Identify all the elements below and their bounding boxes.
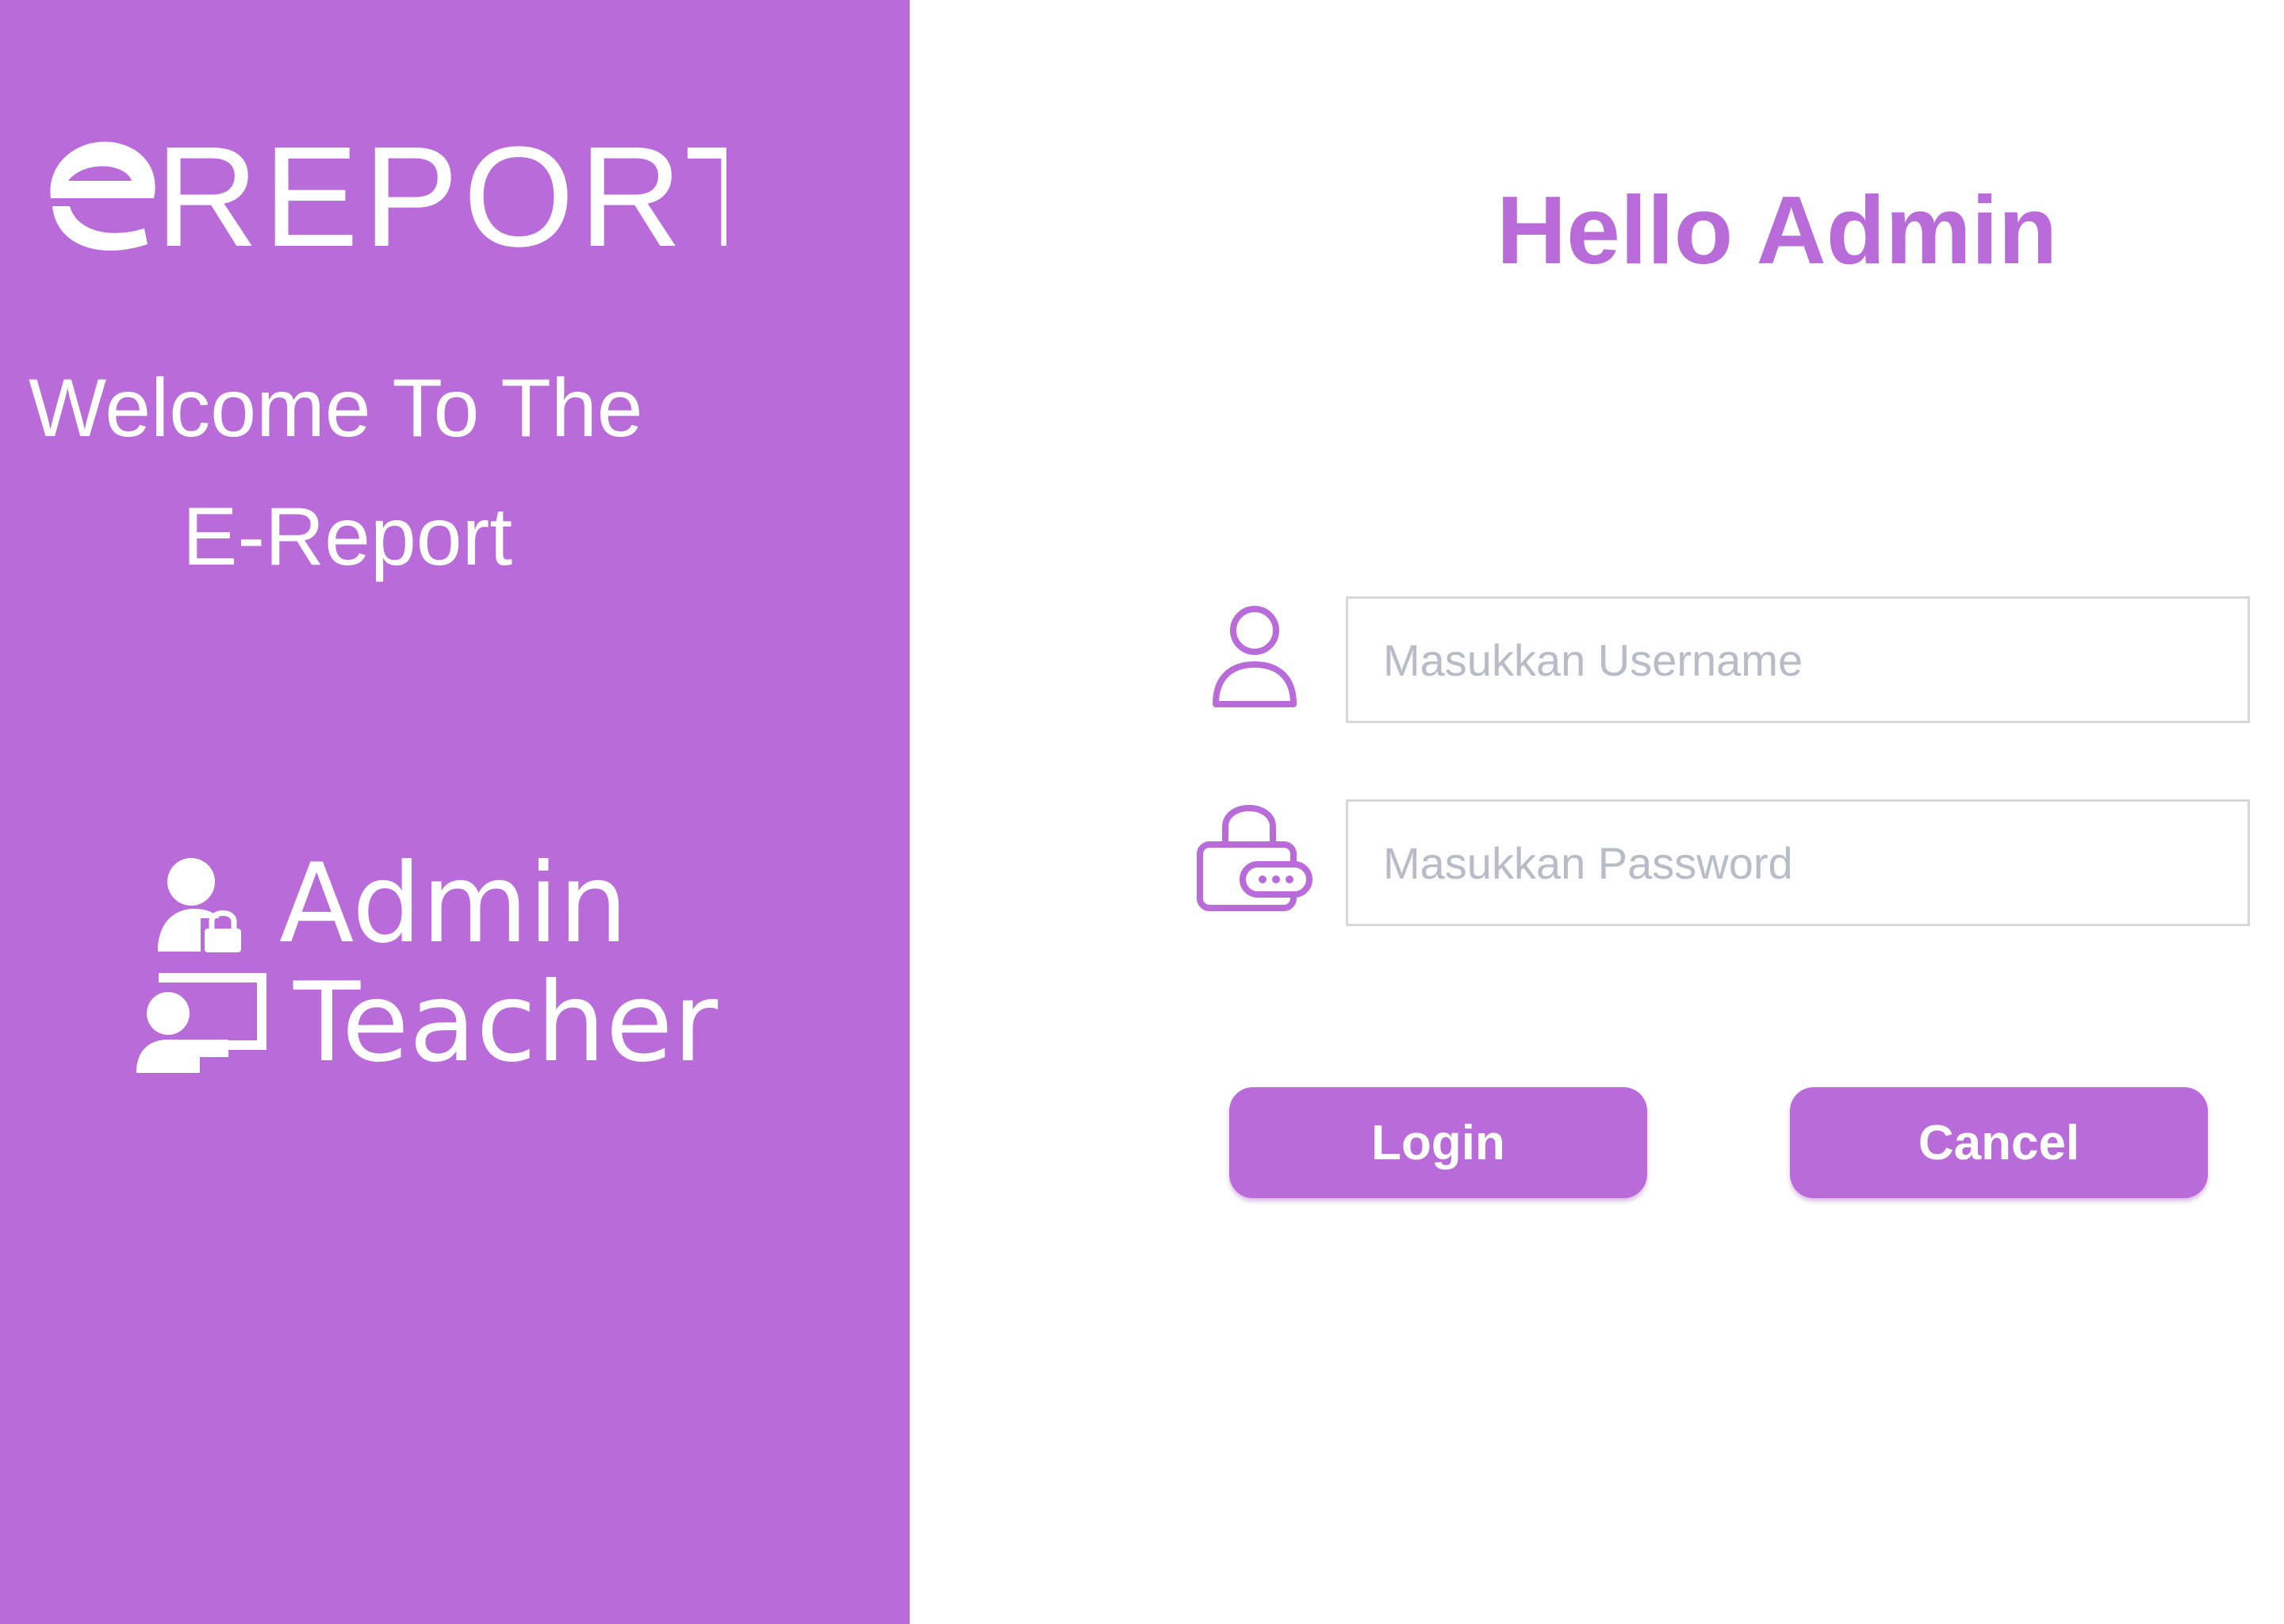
ereport-logo-graphic: REPORT [50,119,726,270]
login-form-panel: Hello Admin Login Cancel [910,0,2284,1624]
lock-password-icon [1197,805,1313,911]
role-teacher[interactable]: Teacher [135,959,718,1086]
welcome-panel: REPORT Welcome To The E-Report Admin Tea… [0,0,910,1624]
svg-text:REPORT: REPORT [155,119,726,270]
admin-user-lock-icon [158,857,241,952]
password-input[interactable] [1346,799,2250,926]
login-page: REPORT Welcome To The E-Report Admin Tea… [0,0,2284,1624]
login-button[interactable]: Login [1229,1087,1647,1198]
role-teacher-label: Teacher [293,959,719,1086]
user-icon [1213,606,1297,707]
role-admin[interactable]: Admin [155,841,628,967]
page-title: Hello Admin [1496,176,2058,284]
username-input[interactable] [1346,596,2250,723]
cancel-button[interactable]: Cancel [1790,1087,2208,1198]
welcome-heading-line2: E-Report [182,491,513,583]
welcome-heading-line1: Welcome To The [29,362,643,454]
role-admin-label: Admin [279,840,628,967]
ereport-logo: REPORT [29,119,726,270]
teacher-board-icon [136,972,266,1073]
